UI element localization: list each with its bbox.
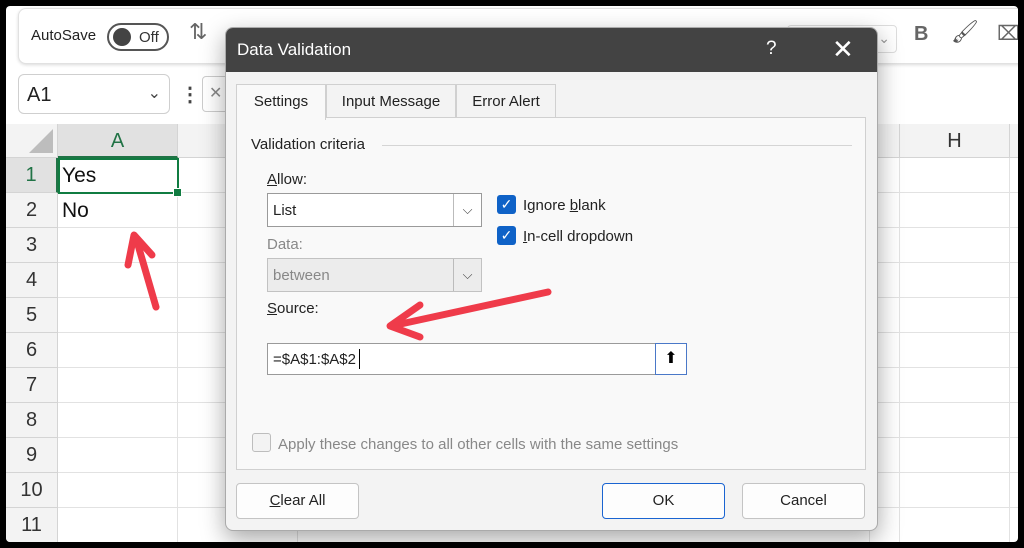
column-header-h[interactable]: H xyxy=(900,124,1010,158)
chevron-down-icon: ⌵ xyxy=(453,259,481,291)
row-header[interactable]: 10 xyxy=(6,473,58,508)
row-header[interactable]: 6 xyxy=(6,333,58,368)
ignore-blank-label: Ignore blank xyxy=(523,197,606,214)
select-all-corner[interactable] xyxy=(6,124,58,158)
x-icon: ✕ xyxy=(209,85,223,102)
sort-az-icon[interactable]: ⇅ xyxy=(189,19,207,45)
apply-all-checkbox xyxy=(252,433,271,452)
source-value: =$A$1:$A$2 xyxy=(273,351,356,368)
grid-cell[interactable] xyxy=(900,298,1010,333)
grid-cell[interactable] xyxy=(900,193,1010,228)
grid-cell[interactable] xyxy=(1010,368,1018,403)
grid-cell[interactable] xyxy=(58,368,178,403)
grid-cell[interactable] xyxy=(900,158,1010,193)
dialog-titlebar: Data Validation ? ✕ xyxy=(226,28,877,72)
name-box[interactable]: A1 ⌄ xyxy=(18,74,170,114)
range-select-button[interactable]: ⬆ xyxy=(655,343,687,375)
grid-cell[interactable] xyxy=(58,403,178,438)
data-value: between xyxy=(273,267,330,284)
format-painter-icon[interactable]: 🖌 xyxy=(951,19,979,45)
in-cell-dropdown-checkbox[interactable]: ✓ xyxy=(497,226,516,245)
settings-panel: Validation criteria Allow: List ⌵ Data: … xyxy=(236,117,866,470)
grid-cell[interactable] xyxy=(900,368,1010,403)
clear-all-button[interactable]: Clear All xyxy=(236,483,359,519)
row-header[interactable]: 9 xyxy=(6,438,58,473)
close-icon[interactable]: ✕ xyxy=(832,34,854,65)
help-button[interactable]: ? xyxy=(766,38,777,60)
apply-all-label: Apply these changes to all other cells w… xyxy=(278,436,679,453)
grid-cell[interactable] xyxy=(900,508,1010,542)
autosave-toggle[interactable]: Off xyxy=(107,23,169,51)
allow-value: List xyxy=(273,202,297,219)
cancel-button[interactable]: Cancel xyxy=(742,483,865,519)
grid-cell[interactable] xyxy=(1010,403,1018,438)
grid-cell[interactable] xyxy=(58,298,178,333)
grid-cell[interactable] xyxy=(58,508,178,542)
column-header[interactable] xyxy=(1010,124,1018,158)
row-header[interactable]: 4 xyxy=(6,263,58,298)
dialog-title: Data Validation xyxy=(237,40,352,59)
tab-input-message[interactable]: Input Message xyxy=(326,84,456,118)
row-header[interactable]: 3 xyxy=(6,228,58,263)
data-select: between ⌵ xyxy=(267,258,482,292)
validation-criteria-label: Validation criteria xyxy=(251,136,365,153)
divider xyxy=(382,145,852,146)
data-label: Data: xyxy=(267,236,303,253)
grid-cell[interactable] xyxy=(1010,228,1018,263)
chevron-down-icon[interactable]: ⌵ xyxy=(453,194,481,226)
active-cell-selection xyxy=(58,158,182,197)
grid-cell[interactable] xyxy=(1010,508,1018,542)
allow-select[interactable]: List ⌵ xyxy=(267,193,482,227)
row-header[interactable]: 11 xyxy=(6,508,58,542)
name-box-value: A1 xyxy=(27,84,52,106)
ok-button[interactable]: OK xyxy=(602,483,725,519)
grid-cell[interactable] xyxy=(900,263,1010,298)
grid-cell[interactable] xyxy=(58,333,178,368)
allow-label: Allow: xyxy=(267,171,308,188)
grid-cell[interactable] xyxy=(1010,298,1018,333)
source-input[interactable]: =$A$1:$A$2 xyxy=(267,343,685,375)
row-header[interactable]: 8 xyxy=(6,403,58,438)
tab-settings[interactable]: Settings xyxy=(236,84,326,120)
grid-cell[interactable] xyxy=(900,473,1010,508)
grid-cell[interactable] xyxy=(1010,438,1018,473)
chevron-down-icon[interactable]: ⌄ xyxy=(148,83,161,103)
grid-cell[interactable] xyxy=(1010,473,1018,508)
toggle-knob xyxy=(113,28,131,46)
row-header[interactable]: 2 xyxy=(6,193,58,228)
more-options-icon[interactable]: ⋮ xyxy=(180,82,200,107)
bold-button[interactable]: B xyxy=(914,23,928,46)
row-header[interactable]: 1 xyxy=(6,158,58,193)
grid-cell[interactable] xyxy=(1010,263,1018,298)
grid-cell[interactable] xyxy=(58,438,178,473)
ignore-blank-checkbox[interactable]: ✓ xyxy=(497,195,516,214)
grid-cell[interactable] xyxy=(1010,193,1018,228)
autosave-label: AutoSave xyxy=(31,27,97,44)
grid-cell[interactable] xyxy=(1010,158,1018,193)
tab-error-alert[interactable]: Error Alert xyxy=(456,84,556,118)
grid-cell[interactable] xyxy=(58,228,178,263)
row-header[interactable]: 5 xyxy=(6,298,58,333)
column-header-a[interactable]: A xyxy=(58,124,178,158)
in-cell-dropdown-label: In-cell dropdown xyxy=(523,228,634,245)
text-caret xyxy=(359,349,360,369)
grid-cell[interactable] xyxy=(58,473,178,508)
grid-cell[interactable] xyxy=(1010,333,1018,368)
excel-window: AutoSave Off ⇅ ⌄ B 🖌 ⌧ A1 ⌄ ⋮ ✕ A H 1 Yes… xyxy=(6,6,1018,542)
grid-cell[interactable] xyxy=(900,333,1010,368)
data-validation-dialog: Data Validation ? ✕ Settings Input Messa… xyxy=(225,27,878,531)
grid-cell[interactable] xyxy=(900,228,1010,263)
grid-cell[interactable]: No xyxy=(58,193,178,228)
upload-arrow-icon: ⬆ xyxy=(664,350,678,367)
grid-cell[interactable] xyxy=(900,438,1010,473)
row-header[interactable]: 7 xyxy=(6,368,58,403)
grid-cell[interactable] xyxy=(900,403,1010,438)
chevron-down-icon: ⌄ xyxy=(878,30,890,46)
autosave-state: Off xyxy=(139,29,159,46)
grid-cell[interactable] xyxy=(58,263,178,298)
source-label: Source: xyxy=(267,300,319,317)
clear-format-icon[interactable]: ⌧ xyxy=(997,21,1018,46)
